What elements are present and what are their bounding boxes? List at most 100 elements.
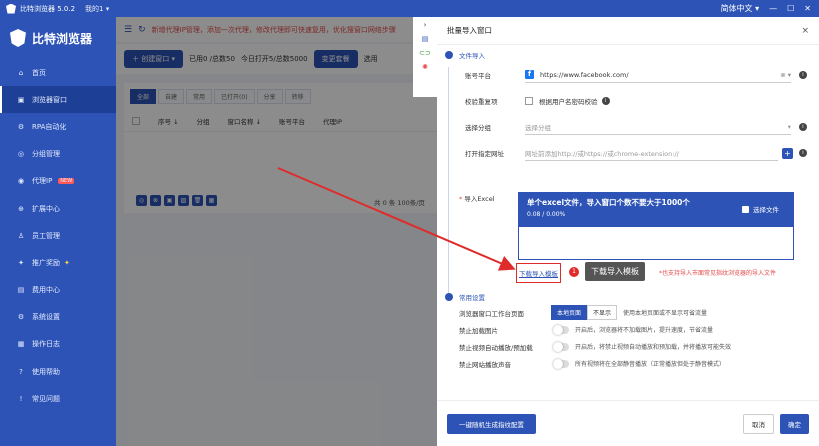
sidebar-item-label: 首页 [32, 68, 46, 77]
sidebar-item-icon: ✦ [18, 258, 24, 267]
close-icon[interactable]: ✕ [804, 4, 811, 13]
sidebar-item-1[interactable]: ▣ 浏览器窗口 [0, 86, 116, 114]
sidebar-item-12[interactable]: ! 常见问题 [0, 385, 116, 412]
sparkle-icon: ✦ [64, 258, 70, 267]
batch-import-modal: 批量导入窗口 × 文件导入 账号平台 f https://www.faceboo… [437, 17, 819, 446]
setting-desc: 开启后，浏览器将不加载图片，提升速度，节省流量 [575, 327, 714, 334]
group-placeholder: 选择分组 [525, 123, 551, 132]
sidebar-item-label: 系统设置 [32, 313, 60, 322]
language-select[interactable]: 简体中文 ▾ [721, 3, 760, 14]
sidebar-item-label: 费用中心 [32, 286, 60, 295]
section-dot-icon [445, 51, 453, 59]
setting-label: 禁止网站播放声音 [459, 360, 511, 369]
brand-shield-icon [10, 29, 26, 47]
excel-label: * 导入Excel [459, 195, 495, 203]
sidebar-item-label: 扩展中心 [32, 204, 60, 213]
sidebar-item-7[interactable]: ✦ 推广奖励 ✦ [0, 249, 116, 276]
section-dot-icon-2 [445, 293, 453, 301]
brand-name: 比特浏览器 [32, 31, 93, 46]
brand: 比特浏览器 [0, 17, 116, 59]
sidebar-item-label: 浏览器窗口 [32, 95, 67, 104]
random-fingerprint-button[interactable]: 一键随机生成指纹配置 [447, 413, 536, 434]
sidebar-item-9[interactable]: ⚙ 系统设置 [0, 304, 116, 331]
workbench-segmented: 本地页面 不显示 [551, 305, 618, 320]
section-settings: 常用设置 [437, 290, 819, 304]
workbench-desc: 使用本地页面或不显示可省流量 [623, 310, 708, 317]
row-url: 打开指定网址 网址前添加http://或https://或chrome-exte… [437, 140, 819, 166]
clear-icon[interactable]: ⊗ ▾ [780, 71, 791, 79]
url-label: 打开指定网址 [465, 150, 504, 158]
file-icon [742, 205, 749, 213]
maximize-icon[interactable]: ☐ [787, 4, 794, 13]
sidebar-item-2[interactable]: ⚙ RPA自动化 [0, 113, 116, 140]
select-file-button[interactable]: 选择文件 [742, 204, 779, 214]
setting-toggle[interactable] [553, 324, 569, 335]
sidebar-item-6[interactable]: ♙ 员工管理 [0, 222, 116, 249]
timeline-line [448, 67, 449, 297]
sidebar-item-icon: ? [19, 367, 23, 376]
sidebar-item-icon: ♙ [17, 231, 25, 240]
setting-toggle[interactable] [553, 358, 569, 369]
sidebar-item-0[interactable]: ⌂ 首页 [0, 59, 116, 86]
setting-label: 禁止视频自动播放/预加载 [459, 343, 533, 352]
row-group: 选择分组 选择分组 ▾ i [437, 114, 819, 140]
app-title: 比特浏览器 5.0.2 [20, 4, 76, 13]
download-template-link[interactable]: 下载导入模板 [516, 263, 561, 283]
sidebar-item-icon: ⚙ [17, 313, 25, 322]
app-logo-icon [6, 3, 16, 14]
sidebar-item-icon: ⚙ [17, 122, 25, 131]
setting-toggle[interactable] [553, 341, 569, 352]
setting-label: 禁止加载图片 [459, 326, 498, 335]
new-badge: NEW [58, 178, 75, 185]
sidebar-item-4[interactable]: ◉ 代理IP NEW [0, 168, 116, 195]
sidebar-item-10[interactable]: ▦ 操作日志 [0, 331, 116, 358]
platform-select[interactable]: f https://www.facebook.com/ ⊗ ▾ [525, 67, 791, 83]
toggle-icon[interactable]: ⊂⊃ [419, 49, 431, 57]
dedup-text: 根据用户名密码校验 [539, 98, 598, 106]
sidebar-item-icon: ! [19, 394, 23, 403]
sidebar-item-label: 使用帮助 [32, 367, 60, 376]
step-number-badge: 1 [569, 267, 579, 277]
sidebar-item-5[interactable]: ⊕ 扩展中心 [0, 195, 116, 222]
sidebar-item-3[interactable]: ◎ 分组管理 [0, 141, 116, 168]
sidebar-item-icon: ▤ [17, 286, 25, 295]
sidebar-item-icon: ⌂ [18, 68, 24, 77]
add-url-icon[interactable]: + [782, 147, 793, 159]
group-label: 选择分组 [465, 124, 491, 132]
group-info-icon: i [799, 123, 807, 131]
sidebar-item-label: 员工管理 [32, 231, 60, 240]
minimize-icon[interactable]: — [769, 4, 777, 13]
workbench-hide-option[interactable]: 不显示 [587, 305, 618, 320]
annotation-tooltip: 下载导入模板 [585, 262, 645, 281]
cancel-button[interactable]: 取消 [743, 413, 774, 434]
setting-desc: 开启后，将禁止视频自动播放和预加载，并将播放可能失效 [575, 344, 732, 351]
platform-label: 账号平台 [465, 72, 491, 80]
setting-row: 禁止网站播放声音 所有视频将在全部静音播放（正常播放但处于静音模式） [437, 355, 819, 372]
account-switcher[interactable]: 我的1 ▾ [85, 4, 109, 14]
excel-upload-area[interactable]: 单个excel文件，导入窗口个数不要大于1000个 0.08 / 0.00% 选… [518, 192, 794, 260]
sidebar-item-label: 代理IP [32, 177, 53, 186]
dedup-checkbox[interactable] [525, 97, 533, 105]
workbench-local-option[interactable]: 本地页面 [551, 305, 588, 320]
chevron-right-icon[interactable]: › [424, 21, 427, 29]
dedup-label: 校验重复项 [465, 98, 498, 106]
settings-icon[interactable]: ✺ [422, 63, 428, 71]
url-input[interactable]: 网址前添加http://或https://或chrome-extension:/… [525, 145, 778, 161]
chat-icon[interactable]: ▤ [422, 35, 429, 43]
url-info-icon: i [799, 149, 807, 157]
confirm-button[interactable]: 确定 [780, 413, 809, 434]
sidebar-item-label: 操作日志 [32, 340, 60, 349]
group-select[interactable]: 选择分组 ▾ [525, 119, 791, 135]
sidebar-item-8[interactable]: ▤ 费用中心 [0, 277, 116, 304]
sidebar-item-label: 推广奖励 [32, 258, 60, 267]
modal-title: 批量导入窗口 [447, 26, 492, 35]
modal-close-icon[interactable]: × [801, 26, 809, 36]
row-workbench: 浏览器窗口工作台页面 本地页面 不显示 使用本地页面或不显示可省流量 [437, 304, 819, 321]
sidebar: 比特浏览器 ⌂ 首页 ▣ 浏览器窗口 ⚙ RPA自动化 ◎ 分组管理 ◉ 代理IP NEW ⊕ 扩展中心… [0, 17, 116, 446]
sidebar-item-11[interactable]: ? 使用帮助 [0, 358, 116, 385]
facebook-icon: f [525, 70, 534, 79]
modal-header: 批量导入窗口 × [437, 17, 819, 45]
setting-desc: 所有视频将在全部静音播放（正常播放但处于静音模式） [575, 361, 726, 368]
sidebar-item-label: 分组管理 [32, 150, 60, 159]
section-file-import-label: 文件导入 [459, 52, 485, 60]
